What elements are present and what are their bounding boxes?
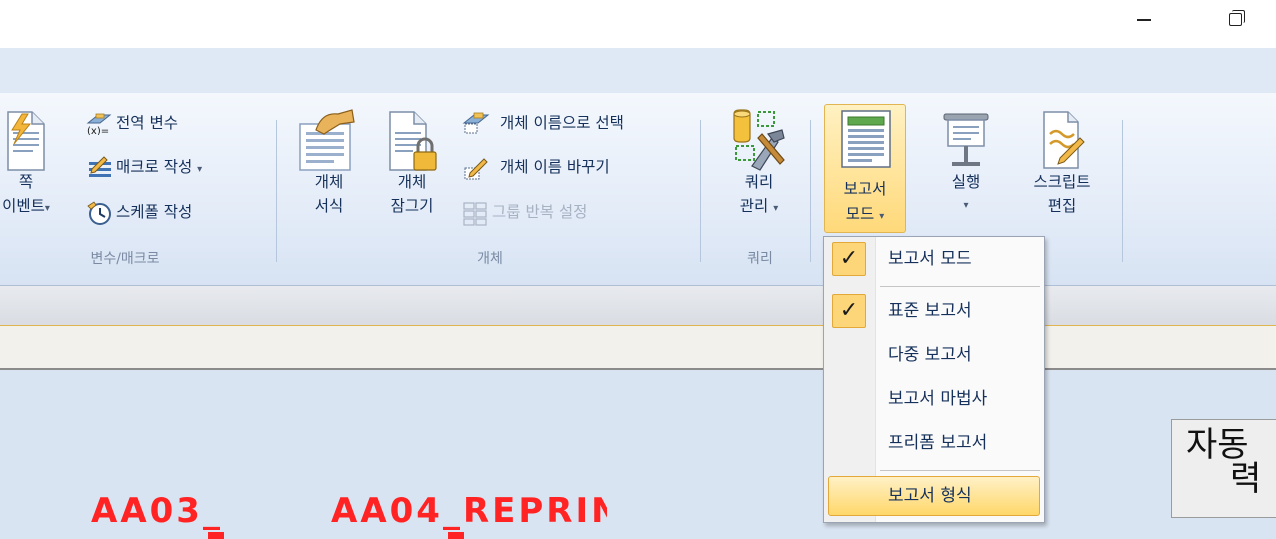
toolbar-strip [0, 286, 1276, 326]
global-variables-label: 전역 변수 [116, 114, 178, 132]
ribbon-separator [810, 120, 811, 262]
menu-item-report-wizard[interactable]: 보고서 마법사 [824, 377, 1044, 421]
minimize-icon[interactable] [1121, 4, 1167, 32]
formula-bar [0, 326, 1276, 370]
clock-icon [87, 201, 111, 225]
menu-item-label: 표준 보고서 [888, 301, 972, 321]
ribbon-separator [276, 120, 277, 262]
chevron-down-icon: ▾ [773, 203, 779, 214]
menu-item-label: 프리폼 보고서 [888, 433, 988, 453]
svg-text:(x)=: (x)= [87, 126, 109, 135]
select-by-name-label: 개체 이름으로 선택 [500, 114, 624, 132]
menu-item-freeform-report[interactable]: 프리폼 보고서 [824, 421, 1044, 465]
object-format-label-1: 개체 [314, 173, 344, 191]
macro-icon [89, 156, 111, 177]
auto-input-box[interactable]: 자동 력 [1171, 419, 1276, 518]
menu-item-label: 보고서 모드 [888, 249, 972, 269]
resize-handle[interactable] [448, 532, 464, 539]
object-format-icon [299, 109, 355, 171]
script-edit-button[interactable]: 스크립트 편집 [1010, 108, 1114, 218]
object-lock-button[interactable]: 개체 잠그기 [376, 108, 448, 218]
menu-separator [880, 286, 1040, 287]
menu-item-label: 보고서 형식 [888, 486, 972, 506]
report-mode-dropdown: ✓ 보고서 모드 ✓ 표준 보고서 다중 보고서 보고서 마법사 프리폼 보고서… [823, 236, 1045, 523]
auto-input-line-2: 력 [1230, 459, 1262, 499]
menu-item-label: 다중 보고서 [888, 345, 972, 365]
group-label-variables-macros: 변수/매크로 [90, 251, 160, 267]
ribbon-separator [700, 120, 701, 262]
restore-icon[interactable] [1213, 4, 1259, 32]
menu-item-standard-report[interactable]: ✓ 표준 보고서 [824, 289, 1044, 333]
query-tools-icon [733, 109, 785, 171]
chevron-down-icon: ▾ [44, 203, 50, 214]
run-label: 실행 [951, 173, 981, 191]
query-manage-label-2: 관리 ▾ [739, 197, 779, 215]
menu-item-multi-report[interactable]: 다중 보고서 [824, 333, 1044, 377]
check-icon: ✓ [832, 294, 866, 328]
report-mode-icon [841, 110, 891, 168]
title-bar [0, 0, 1276, 48]
menu-item-report-format[interactable]: 보고서 형식 [828, 476, 1040, 516]
object-lock-label-2: 잠그기 [390, 197, 434, 215]
schedule-write-label: 스케폴 작성 [116, 203, 193, 221]
report-field-aa04[interactable]: AA04_REPRIN [331, 491, 607, 531]
chevron-down-icon: ▾ [197, 164, 203, 175]
page-event-icon [7, 111, 45, 171]
page-event-label-1: 쪽 [18, 173, 34, 191]
report-mode-label-1: 보고서 [843, 180, 887, 198]
report-field-aa03[interactable]: AA03_ [91, 491, 223, 531]
ribbon-tab-strip [0, 48, 1276, 93]
menu-item-report-mode[interactable]: ✓ 보고서 모드 [824, 237, 1044, 281]
object-lock-label-1: 개체 [397, 173, 427, 191]
group-repeat-label: 그룹 반복 설정 [492, 203, 588, 221]
projector-screen-icon [943, 113, 989, 166]
ribbon-separator [1122, 120, 1123, 262]
query-manage-button[interactable]: 쿼리 관리 ▾ [718, 108, 800, 221]
resize-handle[interactable] [208, 532, 224, 539]
menu-item-label: 보고서 마법사 [888, 389, 988, 409]
rename-icon [464, 158, 488, 180]
object-format-button[interactable]: 개체 서식 [296, 108, 362, 218]
run-button[interactable]: 실행 ▾ [934, 108, 998, 218]
chevron-down-icon: ▾ [963, 200, 969, 211]
group-label-query: 쿼리 [747, 251, 773, 267]
chevron-down-icon: ▾ [879, 211, 885, 222]
rename-object-label: 개체 이름 바꾸기 [500, 158, 610, 176]
object-format-label-2: 서식 [314, 197, 344, 215]
page-event-label-2: 이벤트▾ [2, 197, 50, 215]
group-label-objects: 개체 [477, 251, 503, 267]
script-icon [1043, 111, 1085, 169]
lock-icon [389, 111, 437, 171]
script-edit-label-2: 편집 [1047, 197, 1077, 215]
select-by-name-icon [462, 112, 490, 134]
macro-write-label: 매크로 작성 ▾ [116, 158, 203, 176]
global-variables-icon: (x)= [86, 113, 112, 135]
script-edit-label-1: 스크립트 [1033, 173, 1091, 191]
group-repeat-icon [463, 202, 487, 226]
query-manage-label-1: 쿼리 [744, 173, 774, 191]
check-icon: ✓ [832, 242, 866, 276]
menu-separator [880, 470, 1040, 471]
auto-input-line-1: 자동 [1186, 425, 1249, 465]
page-event-button[interactable]: 쪽 이벤트▾ [0, 108, 58, 221]
report-mode-label-2: 모드 ▾ [845, 205, 885, 223]
report-mode-button[interactable]: 보고서 모드 ▾ [824, 104, 906, 233]
